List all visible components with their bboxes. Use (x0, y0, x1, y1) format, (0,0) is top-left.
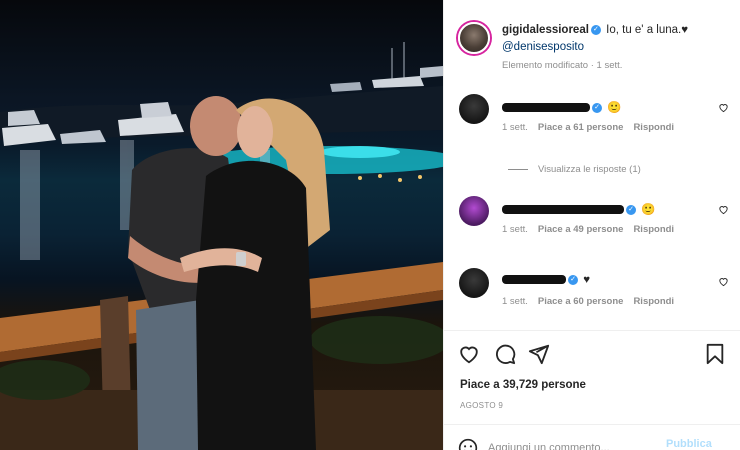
comment-item: ✓ 🙂 1 sett. Piace a 49 persone Rispondi (459, 196, 739, 246)
photo-illustration (0, 42, 443, 450)
add-comment-row: Aggiungi un commento... (458, 438, 610, 450)
bookmark-icon[interactable] (704, 343, 726, 365)
share-icon[interactable] (528, 343, 550, 365)
heart-icon[interactable] (718, 276, 729, 287)
comment-body: 🙂 (641, 204, 656, 216)
comment-likes[interactable]: Piace a 61 persone (538, 122, 624, 133)
divider (444, 424, 740, 425)
edited-label: Elemento modificato (502, 60, 589, 71)
comment-meta: 1 sett. Piace a 49 persone Rispondi (502, 224, 684, 235)
comment-likes[interactable]: Piace a 49 persone (538, 224, 624, 235)
publish-button[interactable]: Pubblica (666, 438, 712, 450)
verified-icon: ✓ (626, 204, 636, 215)
comment-text: ✓ ♥ (502, 274, 590, 286)
comment-meta: 1 sett. Piace a 60 persone Rispondi (502, 296, 684, 307)
likes-count[interactable]: Piace a 39,729 persone (460, 379, 586, 391)
comment-body: 🙂 (607, 102, 622, 114)
author-username[interactable]: gigidalessioreal (502, 24, 589, 36)
comment-age[interactable]: 1 sett. (502, 296, 528, 307)
comment-age[interactable]: 1 sett. (502, 122, 528, 133)
post-age[interactable]: 1 sett. (597, 60, 623, 71)
caption-text: Io, tu e' a luna.♥ (606, 24, 689, 36)
reply-button[interactable]: Rispondi (633, 122, 674, 133)
post-caption: gigidalessioreal ✓ Io, tu e' a luna.♥ @de… (502, 22, 732, 56)
heart-icon[interactable] (718, 102, 729, 113)
caption-mention[interactable]: @denisesposito (502, 41, 584, 53)
verified-icon: ✓ (592, 102, 602, 113)
comment-age[interactable]: 1 sett. (502, 224, 528, 235)
heart-icon[interactable] (458, 343, 480, 365)
view-replies-button[interactable]: Visualizza le risposte (1) (508, 164, 641, 175)
comment-text: ✓ 🙂 (502, 202, 656, 216)
post-photo[interactable] (0, 0, 443, 450)
post-meta: Elemento modificato · 1 sett. (502, 60, 623, 71)
comment-text: ✓ 🙂 (502, 100, 622, 114)
commenter-avatar[interactable] (459, 94, 489, 124)
divider (444, 330, 740, 331)
author-avatar[interactable] (458, 22, 490, 54)
redacted-username[interactable] (502, 275, 566, 285)
reply-button[interactable]: Rispondi (633, 224, 674, 235)
comment-input[interactable]: Aggiungi un commento... (488, 442, 610, 450)
comment-icon[interactable] (494, 343, 516, 365)
post-actions (458, 343, 728, 365)
comment-item: ✓ ♥ 1 sett. Piace a 60 persone Rispondi (459, 268, 739, 318)
comments-panel: gigidalessioreal ✓ Io, tu e' a luna.♥ @de… (443, 0, 740, 450)
heart-icon[interactable] (718, 204, 729, 215)
comment-meta: 1 sett. Piace a 61 persone Rispondi (502, 122, 684, 133)
view-replies-label: Visualizza le risposte (1) (538, 164, 641, 175)
commenter-avatar[interactable] (459, 196, 489, 226)
comment-body: ♥ (583, 274, 591, 286)
verified-icon: ✓ (590, 24, 601, 35)
post-date[interactable]: AGOSTO 9 (460, 401, 503, 410)
reply-button[interactable]: Rispondi (633, 296, 674, 307)
replies-line (508, 169, 528, 170)
comment-likes[interactable]: Piace a 60 persone (538, 296, 624, 307)
emoji-icon[interactable] (458, 438, 478, 450)
verified-icon: ✓ (568, 274, 578, 285)
comment-item: ✓ 🙂 1 sett. Piace a 61 persone Rispondi (459, 94, 739, 144)
commenter-avatar[interactable] (459, 268, 489, 298)
redacted-username[interactable] (502, 205, 624, 215)
redacted-username[interactable] (502, 103, 590, 113)
